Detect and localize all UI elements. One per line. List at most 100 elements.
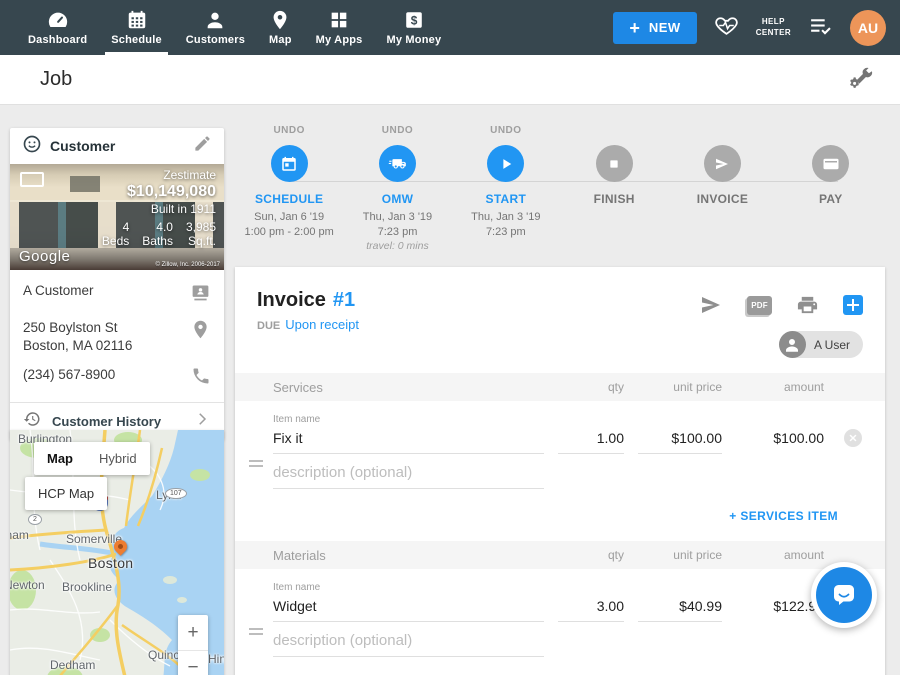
service-amount: $100.00 — [736, 425, 824, 454]
checklist-icon[interactable] — [808, 13, 833, 43]
add-services-item-link[interactable]: + SERVICES ITEM — [729, 509, 838, 523]
property-photo[interactable]: Zestimate $10,149,080 Built in 1911 4 4.… — [10, 164, 224, 270]
nav-right-cluster: + NEW HELP CENTER AU — [613, 0, 886, 55]
step-pay: PAY — [777, 125, 885, 252]
heart-pulse-icon[interactable] — [714, 13, 739, 43]
zoom-out-button[interactable]: − — [178, 650, 208, 675]
dashboard-icon — [47, 9, 69, 31]
undo-schedule-button[interactable]: UNDO — [235, 125, 343, 137]
start-date: Thu, Jan 3 '19 — [452, 210, 560, 225]
job-tools-icon[interactable] — [850, 65, 874, 94]
map-label-boston: Boston — [88, 555, 133, 571]
step-invoice: INVOICE — [668, 125, 776, 252]
map-type-hybrid-button[interactable]: Hybrid — [86, 442, 150, 475]
finish-step-icon[interactable] — [596, 145, 633, 182]
service-qty-input[interactable] — [558, 425, 624, 454]
customer-phone: (234) 567-8900 — [23, 366, 115, 384]
invoice-step-icon[interactable] — [704, 145, 741, 182]
pay-step-label: PAY — [777, 192, 885, 206]
photo-vent — [70, 176, 100, 192]
customer-face-icon — [22, 134, 42, 159]
pay-step-icon[interactable] — [812, 145, 849, 182]
tab-my-money-label: My Money — [387, 34, 442, 46]
pdf-icon[interactable]: PDF — [747, 296, 772, 315]
apps-grid-icon — [328, 9, 350, 31]
omw-time: 7:23 pm — [343, 225, 451, 240]
start-step-icon[interactable] — [487, 145, 524, 182]
edit-pencil-icon[interactable] — [193, 134, 212, 158]
add-invoice-item-button[interactable] — [843, 295, 863, 315]
undo-start-button[interactable]: UNDO — [452, 125, 560, 137]
services-line-item: Item name $100.00 + SERVICES ITEM — [273, 414, 885, 541]
help-center-link[interactable]: HELP CENTER — [756, 17, 791, 38]
help-center-line1: HELP — [756, 17, 791, 27]
due-terms-link[interactable]: Upon receipt — [285, 317, 359, 332]
assignee-chip[interactable]: A User — [779, 331, 863, 358]
tab-schedule[interactable]: Schedule — [99, 0, 174, 55]
step-finish: FINISH — [560, 125, 668, 252]
app-window: Dashboard Schedule Customers Map My Apps — [0, 0, 900, 675]
schedule-step-icon[interactable] — [271, 145, 308, 182]
schedule-date: Sun, Jan 6 '19 — [235, 210, 343, 225]
map-label-newton: Newton — [10, 578, 45, 592]
baths-label: Baths — [142, 234, 173, 248]
streetview-frame-icon — [20, 172, 44, 187]
map-type-map-button[interactable]: Map — [34, 442, 86, 475]
tab-customers[interactable]: Customers — [174, 0, 257, 55]
send-invoice-icon[interactable] — [699, 293, 723, 317]
service-description-input[interactable] — [273, 456, 544, 489]
phone-icon — [191, 366, 211, 391]
materials-qty-header: qty — [558, 548, 624, 562]
customer-card-title: Customer — [50, 138, 115, 154]
invoice-number[interactable]: #1 — [333, 289, 355, 312]
contact-card-icon — [190, 282, 211, 308]
services-qty-header: qty — [558, 380, 624, 394]
customer-info: A Customer 250 Boylston St Boston, MA 02… — [10, 270, 224, 391]
mini-map[interactable]: Burlington Lynn Somerville Waltham Bosto… — [10, 430, 224, 675]
hcp-map-button[interactable]: HCP Map — [25, 477, 107, 510]
services-section-header: Services qty unit price amount — [235, 373, 885, 401]
undo-omw-button[interactable]: UNDO — [343, 125, 451, 137]
assignee-name: A User — [814, 338, 850, 352]
material-qty-input[interactable] — [558, 593, 624, 622]
zestimate-label: Zestimate — [102, 168, 216, 182]
tab-my-apps[interactable]: My Apps — [304, 0, 375, 55]
tab-my-money[interactable]: $ My Money — [375, 0, 454, 55]
omw-step-label: OMW — [343, 192, 451, 206]
new-button-label: NEW — [649, 20, 681, 35]
schedule-icon — [126, 9, 148, 31]
drag-handle[interactable] — [249, 460, 263, 470]
materials-section-header: Materials qty unit price amount — [235, 541, 885, 569]
materials-line-item: Item name $122.97 + MATERIALS ITEM — [273, 582, 885, 675]
tab-customers-label: Customers — [186, 34, 245, 46]
material-item-name-input[interactable] — [273, 593, 544, 622]
material-description-input[interactable] — [273, 624, 544, 657]
omw-step-icon[interactable] — [379, 145, 416, 182]
top-nav: Dashboard Schedule Customers Map My Apps — [0, 0, 900, 55]
photo-copyright: © Zillow, Inc. 2006-2017 — [156, 262, 220, 268]
remove-item-button[interactable] — [844, 429, 862, 447]
tab-dashboard[interactable]: Dashboard — [16, 0, 99, 55]
material-unit-price-input[interactable] — [638, 593, 722, 622]
chat-launcher[interactable] — [811, 562, 877, 628]
drag-handle[interactable] — [249, 628, 263, 638]
start-step-label: START — [452, 192, 560, 206]
services-title: Services — [273, 380, 544, 395]
svg-text:$: $ — [411, 14, 418, 28]
customer-history-label: Customer History — [52, 414, 161, 429]
new-button[interactable]: + NEW — [613, 12, 696, 44]
materials-section: Materials qty unit price amount Item nam… — [235, 541, 885, 675]
built-year: Built in 1911 — [102, 202, 216, 216]
service-item-name-input[interactable] — [273, 425, 544, 454]
service-unit-price-input[interactable] — [638, 425, 722, 454]
omw-travel: travel: 0 mins — [343, 240, 451, 252]
user-avatar[interactable]: AU — [850, 10, 886, 46]
google-logo: Google — [19, 248, 70, 265]
zoom-in-button[interactable]: + — [178, 615, 208, 650]
beds-label: Beds — [102, 234, 129, 248]
map-label-waltham: Waltham — [10, 528, 29, 542]
tab-map[interactable]: Map — [257, 0, 304, 55]
print-icon[interactable] — [796, 294, 819, 317]
materials-title: Materials — [273, 548, 544, 563]
page-title: Job — [40, 68, 72, 91]
